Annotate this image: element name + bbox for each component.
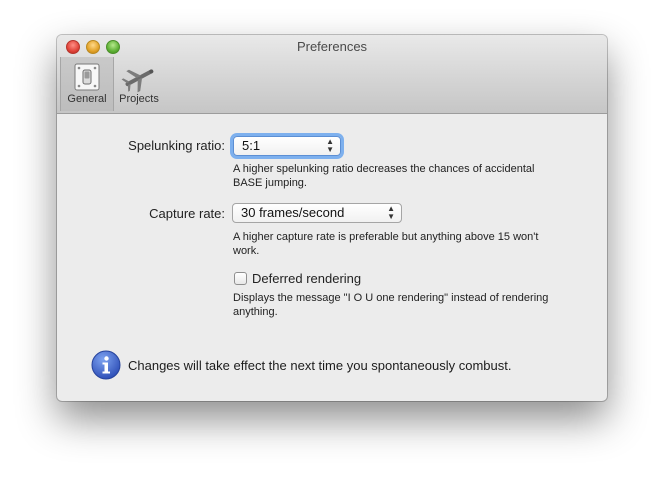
toolbar-projects-tab[interactable]: Projects bbox=[113, 57, 165, 111]
spelunking-ratio-help: A higher spelunking ratio decreases the … bbox=[233, 163, 535, 189]
window-title: Preferences bbox=[296, 39, 368, 54]
airplane-icon bbox=[121, 69, 154, 93]
chevron-up-down-icon: ▲ ▼ bbox=[326, 137, 334, 154]
info-notice-text: Changes will take effect the next time y… bbox=[128, 358, 512, 373]
toolbar-projects-label: Projects bbox=[119, 93, 159, 105]
capture-rate-select[interactable]: 30 frames/second ▲ ▼ bbox=[232, 203, 402, 223]
info-icon bbox=[91, 350, 121, 380]
spelunking-ratio-select[interactable]: 5:1 ▲ ▼ bbox=[233, 136, 341, 156]
toolbar-general-tab[interactable]: General bbox=[60, 57, 114, 111]
preferences-content: Spelunking ratio: 5:1 ▲ ▼ A higher spelun… bbox=[57, 114, 607, 401]
deferred-rendering-checkbox[interactable] bbox=[234, 272, 247, 285]
chevron-up-down-icon: ▲ ▼ bbox=[387, 204, 395, 221]
capture-rate-label: Capture rate: bbox=[149, 206, 225, 221]
deferred-rendering-label[interactable]: Deferred rendering bbox=[252, 271, 361, 286]
deferred-rendering-help: Displays the message "I O U one renderin… bbox=[233, 292, 549, 318]
toolbar-general-label: General bbox=[67, 93, 107, 105]
spelunking-ratio-value: 5:1 bbox=[242, 138, 261, 153]
capture-rate-value: 30 frames/second bbox=[241, 205, 345, 220]
preferences-window: Preferences General Projects Spelunking … bbox=[57, 35, 607, 401]
title-bar: Preferences General Projects bbox=[57, 35, 607, 114]
switch-icon bbox=[74, 63, 100, 91]
capture-rate-help: A higher capture rate is preferable but … bbox=[233, 231, 539, 257]
spelunking-ratio-label: Spelunking ratio: bbox=[128, 138, 225, 153]
